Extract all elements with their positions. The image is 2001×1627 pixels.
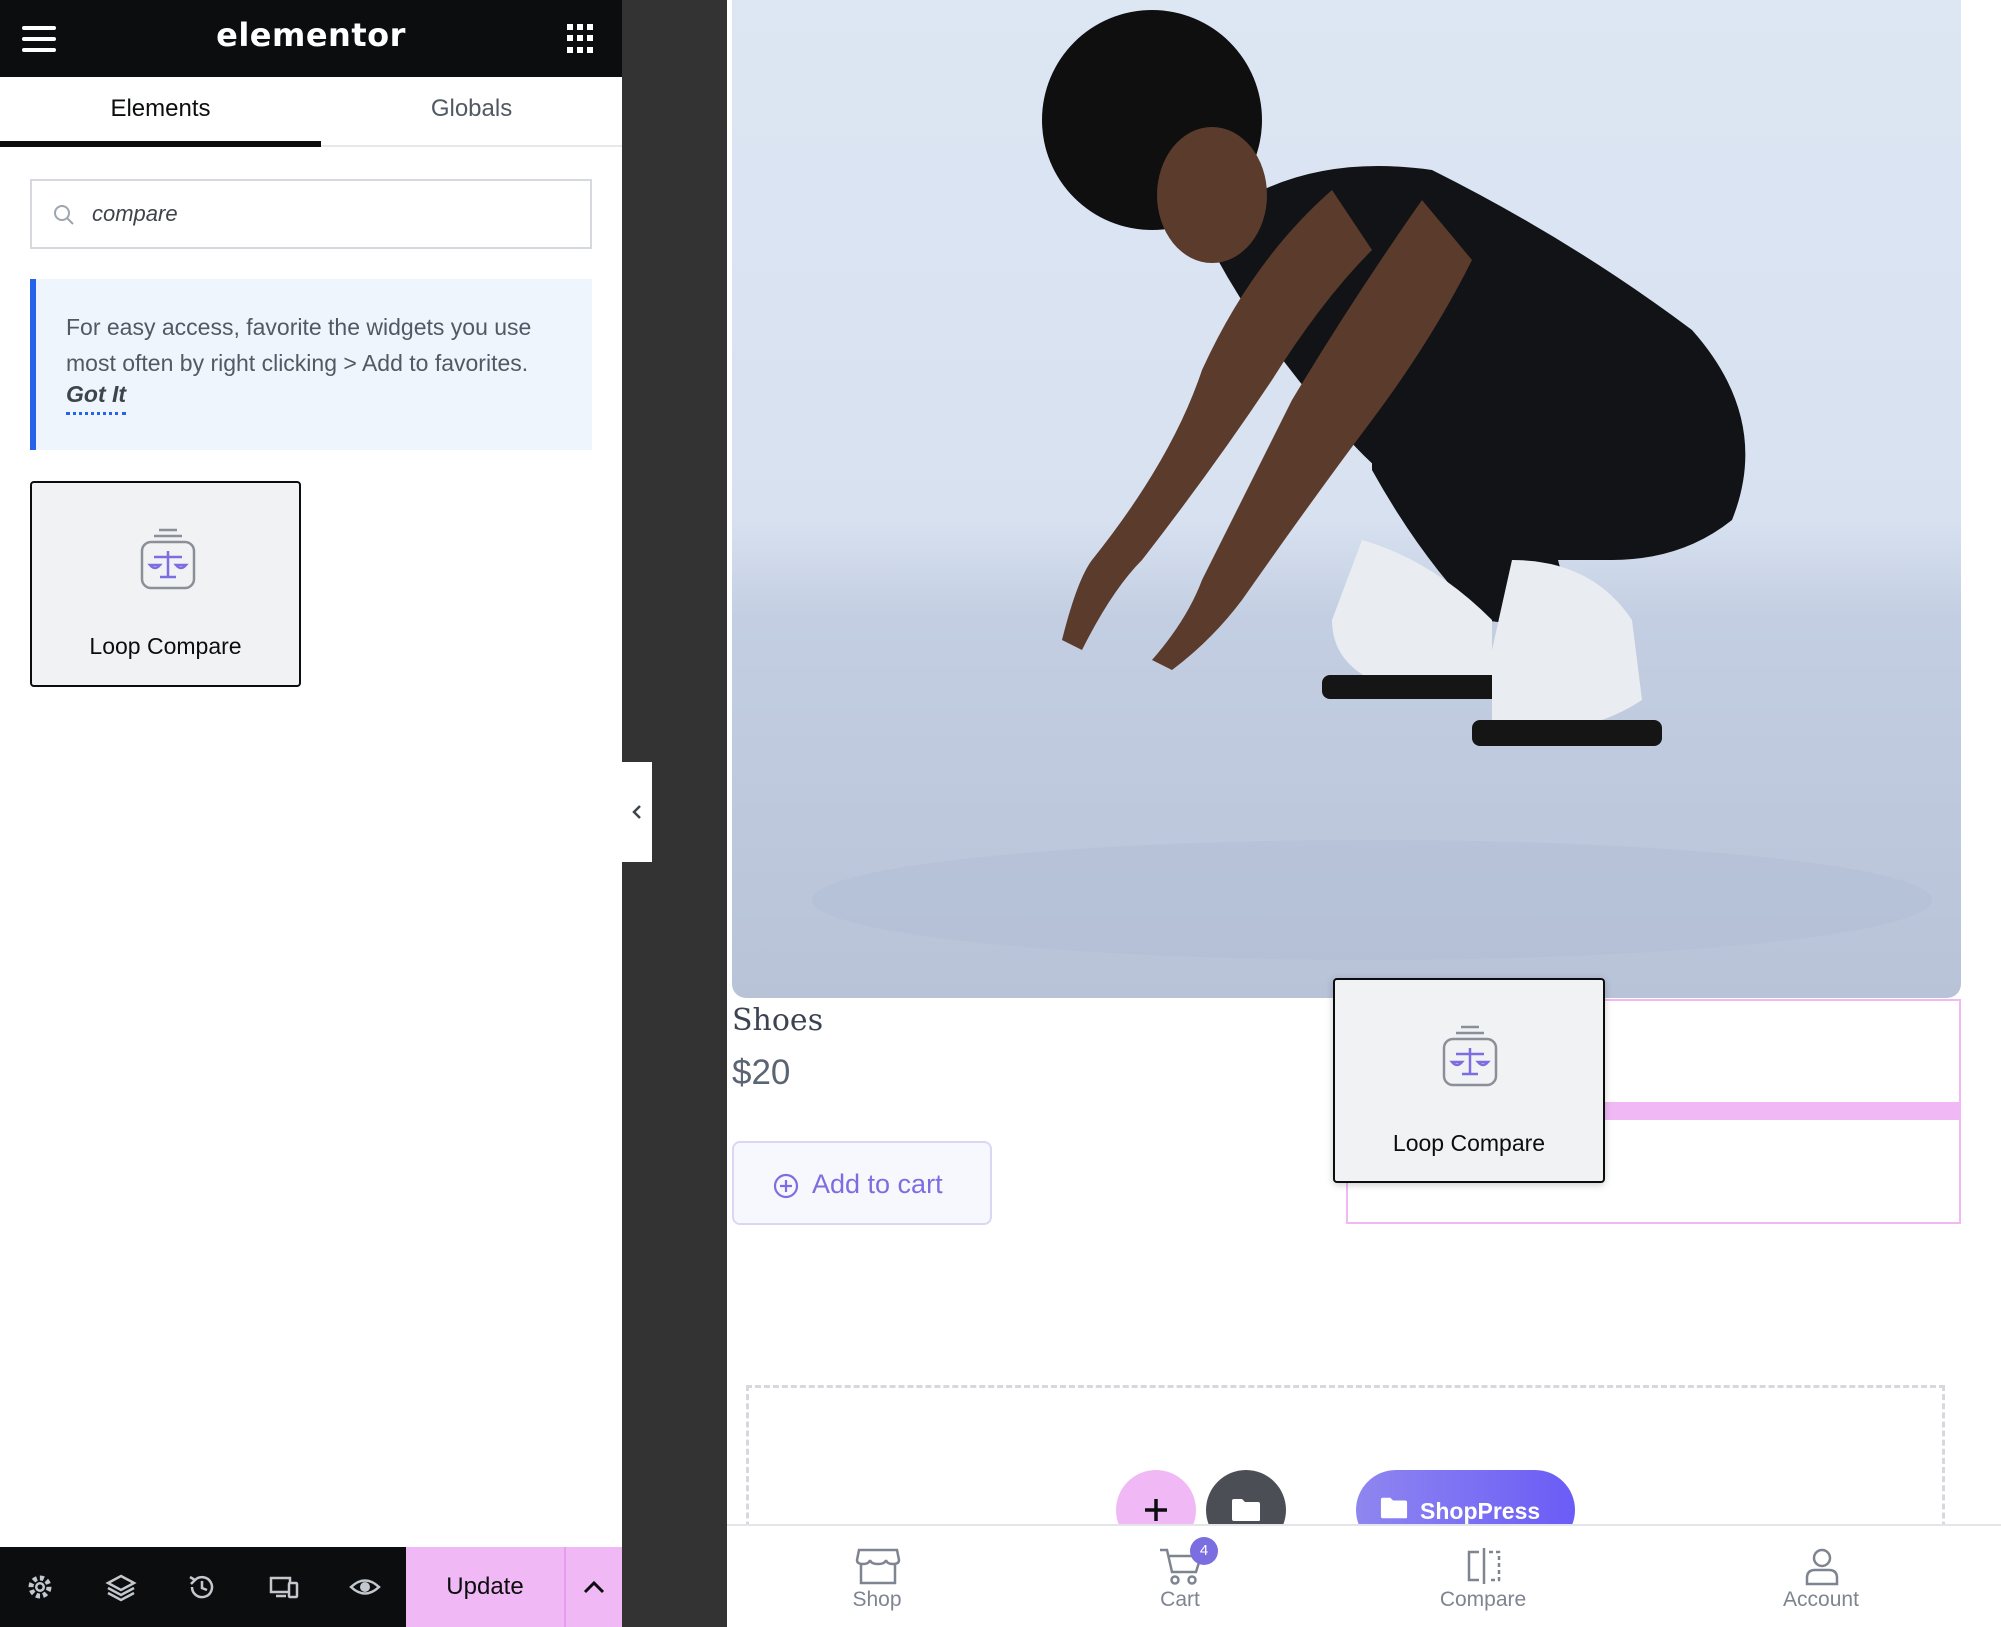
nav-label-compare: Compare	[1439, 1588, 1527, 1611]
collapse-panel-button[interactable]	[622, 762, 652, 862]
nav-item-cart[interactable]: 4 Cart	[1090, 1526, 1270, 1627]
product-title: Shoes	[732, 1003, 824, 1038]
search-value: compare	[92, 201, 178, 226]
tab-elements[interactable]: Elements	[0, 77, 321, 147]
elementor-logo: elementor	[216, 16, 406, 54]
panel-header: elementor	[0, 0, 622, 77]
folder-icon	[1380, 1497, 1408, 1519]
user-icon	[1805, 1548, 1839, 1586]
eye-icon[interactable]	[349, 1571, 381, 1603]
tab-globals[interactable]: Globals	[311, 77, 632, 147]
balance-scale-icon	[1442, 1025, 1498, 1087]
nav-label-cart: Cart	[1160, 1588, 1200, 1611]
nav-item-shop[interactable]: Shop	[787, 1526, 967, 1627]
shoppress-label: ShopPress	[1420, 1498, 1541, 1524]
bottom-navigation: Shop 4 Cart Compare Account	[727, 1524, 2001, 1627]
got-it-link[interactable]: Got It	[66, 381, 127, 415]
nav-label-account: Account	[1783, 1588, 1859, 1611]
favorites-notice: For easy access, favorite the widgets yo…	[30, 279, 592, 450]
preview-canvas: Shoes $20 Add to cart Loop Compare ShopP…	[727, 0, 2001, 1627]
gear-icon[interactable]	[24, 1571, 56, 1603]
editor-panel: elementor Elements Globals compare For e…	[0, 0, 622, 1627]
apps-grid-icon[interactable]	[567, 24, 597, 54]
history-icon[interactable]	[186, 1571, 218, 1603]
cart-count-badge: 4	[1190, 1537, 1218, 1565]
nav-item-account[interactable]: Account	[1731, 1526, 1911, 1627]
nav-label-shop: Shop	[852, 1588, 902, 1611]
plus-icon	[1145, 1499, 1167, 1521]
add-to-cart-label: Add to cart	[812, 1169, 943, 1199]
panel-footer: Update	[0, 1547, 622, 1627]
responsive-icon[interactable]	[268, 1571, 300, 1603]
update-options-button[interactable]	[566, 1547, 622, 1627]
add-to-cart-button[interactable]: Add to cart	[732, 1141, 992, 1225]
product-image	[732, 0, 1961, 998]
nav-item-compare[interactable]: Compare	[1393, 1526, 1573, 1627]
notice-text: For easy access, favorite the widgets yo…	[66, 314, 532, 376]
plus-circle-icon	[773, 1173, 799, 1199]
dragged-widget-loop-compare[interactable]: Loop Compare	[1333, 978, 1605, 1183]
store-icon	[855, 1548, 901, 1585]
folder-icon	[1232, 1499, 1260, 1521]
search-input[interactable]: compare	[30, 179, 592, 249]
product-price: $20	[732, 1053, 791, 1092]
update-button[interactable]: Update	[406, 1547, 566, 1627]
search-icon	[54, 205, 74, 225]
widget-label: Loop Compare	[89, 633, 242, 659]
layers-icon[interactable]	[105, 1571, 137, 1603]
widget-loop-compare[interactable]: Loop Compare	[30, 481, 301, 687]
panel-tabs: Elements Globals	[0, 77, 622, 147]
compare-icon	[1467, 1548, 1501, 1584]
chevron-up-icon	[583, 1580, 605, 1594]
dragged-widget-label: Loop Compare	[1392, 1130, 1546, 1156]
balance-scale-icon	[140, 528, 196, 590]
chevron-left-icon	[632, 805, 641, 819]
